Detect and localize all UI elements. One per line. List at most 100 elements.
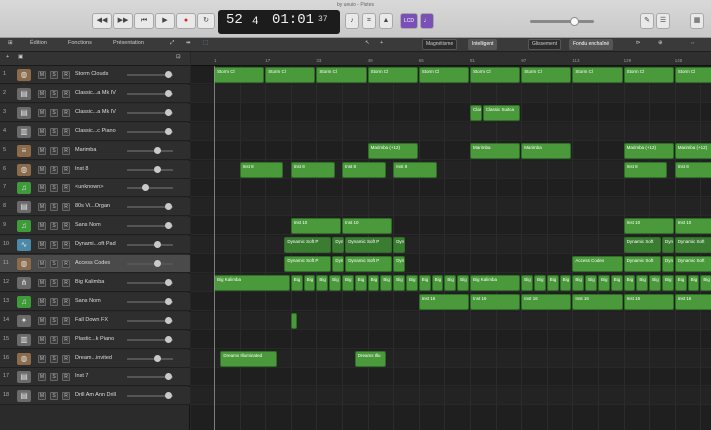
playhead[interactable] bbox=[214, 66, 215, 430]
mute-button[interactable]: M bbox=[38, 297, 46, 306]
library-toggle-icon[interactable]: ⊞ bbox=[8, 40, 13, 46]
track-lane[interactable] bbox=[191, 84, 711, 103]
solo-button[interactable]: S bbox=[50, 108, 58, 117]
record-enable-button[interactable]: R bbox=[62, 108, 70, 117]
record-enable-button[interactable]: R bbox=[62, 373, 70, 382]
region[interactable]: Dyn bbox=[662, 256, 674, 272]
region[interactable]: Big bbox=[585, 274, 597, 291]
region[interactable]: Big bbox=[649, 274, 661, 291]
track-options-icon[interactable]: ▣ bbox=[18, 54, 23, 60]
play-button[interactable]: ▶ bbox=[155, 13, 175, 29]
region[interactable]: Storm Cl bbox=[623, 67, 674, 83]
volume-fader[interactable] bbox=[127, 127, 173, 135]
record-enable-button[interactable]: R bbox=[62, 89, 70, 98]
region[interactable]: Big bbox=[406, 274, 418, 291]
region[interactable]: Big bbox=[342, 274, 354, 291]
menu-view[interactable]: Présentation bbox=[113, 40, 144, 46]
solo-button[interactable]: S bbox=[50, 278, 58, 287]
global-tracks-icon[interactable]: ⊡ bbox=[176, 54, 181, 60]
region[interactable]: Dynamic Soft bbox=[674, 237, 711, 254]
region[interactable]: Clas bbox=[470, 104, 482, 121]
region[interactable]: Dyn bbox=[332, 256, 345, 272]
volume-fader-knob[interactable] bbox=[154, 260, 161, 267]
mute-button[interactable]: M bbox=[38, 373, 46, 382]
region[interactable]: Dyn bbox=[393, 256, 405, 272]
volume-fader-knob[interactable] bbox=[165, 373, 172, 381]
zoom-icon[interactable]: ⇹ bbox=[186, 40, 191, 46]
record-enable-button[interactable]: R bbox=[62, 222, 70, 231]
lcd-display[interactable]: 52 4 01:01 37 bbox=[218, 10, 340, 34]
region[interactable]: Big bbox=[380, 274, 393, 291]
volume-fader-knob[interactable] bbox=[165, 127, 172, 135]
volume-fader-knob[interactable] bbox=[154, 165, 161, 173]
track-header[interactable]: 9 ♫ M S R Sans Nom bbox=[0, 217, 190, 236]
volume-fader-knob[interactable] bbox=[154, 354, 161, 362]
mute-button[interactable]: M bbox=[38, 392, 46, 401]
solo-button[interactable]: S bbox=[50, 260, 58, 268]
region[interactable]: Storm Cl bbox=[316, 67, 367, 83]
track-name[interactable]: Fall Down FX bbox=[75, 317, 127, 323]
region[interactable]: Storm Cl bbox=[265, 67, 316, 83]
record-enable-button[interactable]: R bbox=[62, 354, 70, 363]
track-header[interactable]: 12 ⋔ M S R Big Kalimba bbox=[0, 273, 190, 292]
region[interactable]: Big bbox=[316, 274, 329, 291]
record-button[interactable]: ● bbox=[176, 13, 196, 29]
solo-button[interactable]: S bbox=[50, 392, 58, 401]
solo-button[interactable]: S bbox=[50, 165, 58, 174]
track-name[interactable]: 80s Vi...Organ bbox=[75, 203, 127, 209]
volume-fader[interactable] bbox=[127, 71, 173, 78]
mute-button[interactable]: M bbox=[38, 241, 46, 250]
region[interactable]: Big bbox=[546, 274, 559, 291]
record-enable-button[interactable]: R bbox=[62, 297, 70, 306]
track-lane[interactable] bbox=[191, 387, 711, 406]
volume-fader-knob[interactable] bbox=[165, 392, 172, 400]
region[interactable]: Big bbox=[521, 274, 533, 291]
volume-fader[interactable] bbox=[127, 354, 173, 362]
volume-fader[interactable] bbox=[127, 222, 173, 230]
pointer-tool-icon[interactable]: ⬚ bbox=[203, 40, 208, 46]
volume-fader-knob[interactable] bbox=[165, 222, 172, 230]
track-header[interactable]: 13 ♫ M S R Sans Nom bbox=[0, 292, 190, 311]
region[interactable]: Storm Cl bbox=[418, 67, 469, 83]
volume-fader[interactable] bbox=[127, 316, 173, 324]
mute-button[interactable]: M bbox=[38, 165, 46, 174]
pointer-icon[interactable]: ↖ bbox=[365, 40, 370, 46]
track-header[interactable]: 11 ◍ M S R Access Codes bbox=[0, 255, 190, 273]
region[interactable]: Dynamic Soft bbox=[623, 256, 661, 272]
volume-fader-knob[interactable] bbox=[165, 316, 172, 324]
metronome-button[interactable]: ▲ bbox=[379, 13, 393, 29]
volume-fader-knob[interactable] bbox=[154, 241, 161, 249]
volume-fader[interactable] bbox=[127, 184, 173, 192]
track-name[interactable]: Dream...invited bbox=[75, 355, 127, 361]
track-header[interactable]: 18 ▤ M S R Drill Am Ann Drill bbox=[0, 387, 190, 406]
mute-button[interactable]: M bbox=[38, 127, 46, 136]
track-header[interactable]: 10 ∿ M S R Dynami...oft Pad bbox=[0, 236, 190, 255]
region[interactable]: Dyn bbox=[393, 237, 405, 254]
region[interactable]: Dyn bbox=[332, 237, 345, 254]
add-track-button[interactable]: + bbox=[6, 54, 9, 60]
mute-button[interactable]: M bbox=[38, 71, 46, 79]
volume-fader[interactable] bbox=[127, 108, 173, 116]
record-enable-button[interactable]: R bbox=[62, 146, 70, 155]
volume-fader[interactable] bbox=[127, 297, 173, 305]
region[interactable]: Inst 10 bbox=[290, 218, 341, 235]
region[interactable]: Big bbox=[559, 274, 572, 291]
track-name[interactable]: Classic...a Mk IV bbox=[75, 109, 127, 115]
mute-button[interactable]: M bbox=[38, 260, 46, 268]
track-name[interactable]: Inst 8 bbox=[75, 166, 127, 172]
volume-fader-knob[interactable] bbox=[165, 297, 172, 305]
region[interactable]: Dynamic Soft P bbox=[284, 256, 332, 272]
track-lane[interactable] bbox=[191, 311, 711, 330]
mute-button[interactable]: M bbox=[38, 184, 46, 193]
list-button[interactable]: ☰ bbox=[656, 13, 670, 29]
record-enable-button[interactable]: R bbox=[62, 203, 70, 212]
volume-fader[interactable] bbox=[127, 260, 173, 267]
region[interactable]: Dreams Illuminated bbox=[220, 350, 277, 367]
mute-button[interactable]: M bbox=[38, 146, 46, 155]
mute-button[interactable]: M bbox=[38, 203, 46, 212]
tempo-button[interactable]: ♩ bbox=[420, 13, 434, 29]
region[interactable]: Big bbox=[329, 274, 341, 291]
record-enable-button[interactable]: R bbox=[62, 316, 70, 325]
menu-functions[interactable]: Fonctions bbox=[68, 40, 92, 46]
track-name[interactable]: Marimba bbox=[75, 147, 127, 153]
